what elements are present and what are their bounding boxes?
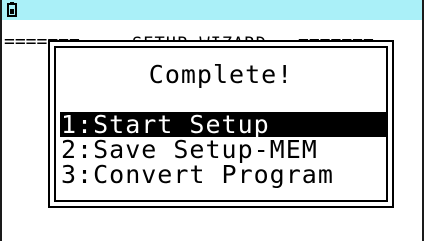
calculator-screen: ======= SETUP WIZARD ======= Complete! 1… [0, 0, 437, 241]
menu-item-start-setup[interactable]: 1:Start Setup [60, 112, 386, 137]
complete-dialog: Complete! 1:Start Setup 2:Save Setup-MEM… [48, 40, 394, 208]
dialog-menu: 1:Start Setup 2:Save Setup-MEM 3:Convert… [60, 112, 386, 187]
screen-frame-right [422, 0, 424, 241]
status-bar [2, 0, 422, 20]
menu-item-convert-program[interactable]: 3:Convert Program [60, 162, 386, 187]
dialog-title: Complete! [148, 60, 294, 89]
menu-item-save-setup-mem[interactable]: 2:Save Setup-MEM [60, 137, 386, 162]
battery-icon [7, 2, 17, 17]
dialog-inner-border: Complete! 1:Start Setup 2:Save Setup-MEM… [54, 46, 388, 202]
